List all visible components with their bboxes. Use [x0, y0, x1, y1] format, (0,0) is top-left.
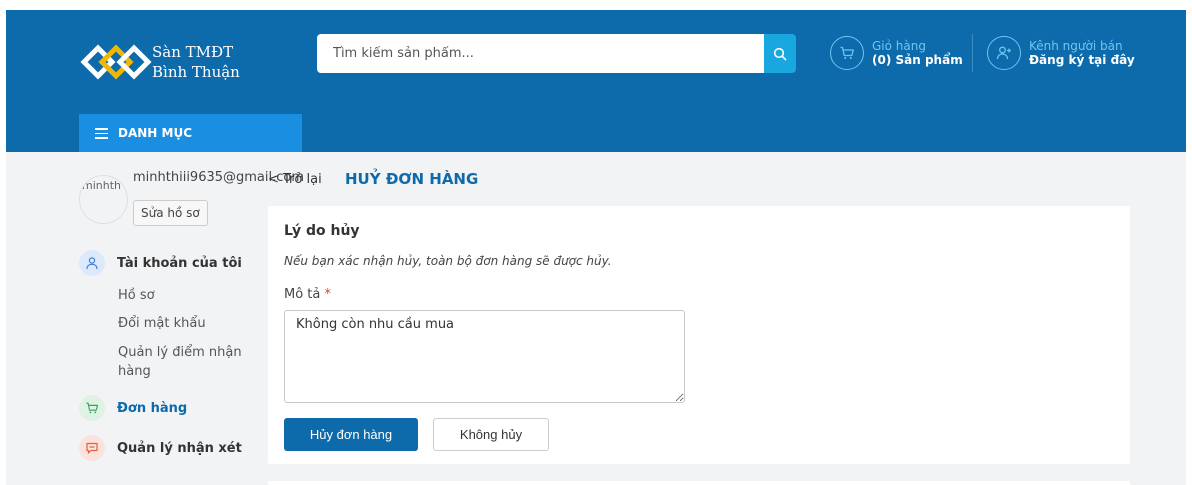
sidebar-reviews-label: Quản lý nhận xét	[117, 440, 242, 456]
user-icon	[79, 250, 105, 276]
search-input[interactable]	[317, 34, 764, 73]
dismiss-cancel-button[interactable]: Không hủy	[433, 418, 549, 451]
description-label-text: Mô tả	[284, 287, 321, 302]
site-header: Sàn TMĐT Bình Thuận Gi	[6, 10, 1186, 152]
page-frame: Sàn TMĐT Bình Thuận Gi	[6, 10, 1186, 485]
seller-text: Kênh người bán Đăng ký tại đây	[1029, 39, 1135, 67]
seller-register: Đăng ký tại đây	[1029, 53, 1135, 67]
description-label: Mô tả *	[284, 287, 331, 302]
sidebar-item-profile[interactable]: Hồ sơ	[118, 286, 155, 305]
sidebar-item-orders[interactable]: Đơn hàng	[79, 395, 187, 421]
search-bar	[317, 34, 796, 73]
seller-channel-link[interactable]: Kênh người bán Đăng ký tại đây	[987, 34, 1135, 72]
logo-mark-icon	[80, 44, 152, 80]
avatar: minhth	[79, 175, 128, 224]
description-textarea[interactable]: Không còn nhu cầu mua	[284, 310, 685, 403]
sidebar-item-change-password[interactable]: Đổi mật khẩu	[118, 314, 206, 333]
logo-line-1: Sàn TMĐT	[152, 43, 234, 61]
category-menu-button[interactable]: DANH MỤC	[79, 114, 302, 152]
sidebar-account-label: Tài khoản của tôi	[117, 255, 242, 271]
required-mark: *	[324, 287, 332, 302]
cart-icon	[840, 46, 854, 59]
logo-line-2: Bình Thuận	[152, 63, 240, 81]
category-menu-label: DANH MỤC	[118, 126, 193, 140]
cancel-order-card: Lý do hủy Nếu bạn xác nhận hủy, toàn bộ …	[268, 206, 1130, 464]
card-title: Lý do hủy	[284, 223, 360, 239]
cart-label: Giỏ hàng	[872, 39, 926, 53]
search-button[interactable]	[764, 34, 796, 73]
hamburger-icon	[95, 128, 108, 139]
cart-text: Giỏ hàng (0) Sản phẩm	[872, 39, 963, 67]
seller-label: Kênh người bán	[1029, 39, 1123, 53]
back-link[interactable]: < Trở lại	[268, 172, 322, 187]
edit-profile-button[interactable]: Sửa hồ sơ	[133, 200, 208, 226]
search-icon	[773, 47, 787, 60]
confirm-cancel-button[interactable]: Hủy đơn hàng	[284, 418, 418, 451]
sidebar-item-delivery-points[interactable]: Quản lý điểm nhận hàng	[118, 343, 258, 381]
sidebar-orders-label: Đơn hàng	[117, 400, 188, 416]
header-divider	[972, 34, 973, 72]
user-plus-icon	[996, 46, 1011, 60]
site-logo[interactable]: Sàn TMĐT Bình Thuận	[80, 34, 250, 90]
page-title: HUỶ ĐƠN HÀNG	[345, 170, 479, 188]
cart-link[interactable]: Giỏ hàng (0) Sản phẩm	[830, 34, 963, 72]
sidebar-item-account[interactable]: Tài khoản của tôi	[79, 250, 242, 276]
comment-icon	[79, 435, 105, 461]
avatar-alt-text: minhth	[82, 179, 121, 192]
cancel-note: Nếu bạn xác nhận hủy, toàn bộ đơn hàng s…	[284, 254, 612, 268]
sidebar-item-reviews[interactable]: Quản lý nhận xét	[79, 435, 242, 461]
logo-text: Sàn TMĐT Bình Thuận	[152, 42, 240, 82]
cart-icon-circle	[830, 36, 864, 70]
secondary-card	[268, 481, 1130, 485]
cart-icon	[79, 395, 105, 421]
cart-count: (0) Sản phẩm	[872, 53, 963, 67]
seller-icon-circle	[987, 36, 1021, 70]
